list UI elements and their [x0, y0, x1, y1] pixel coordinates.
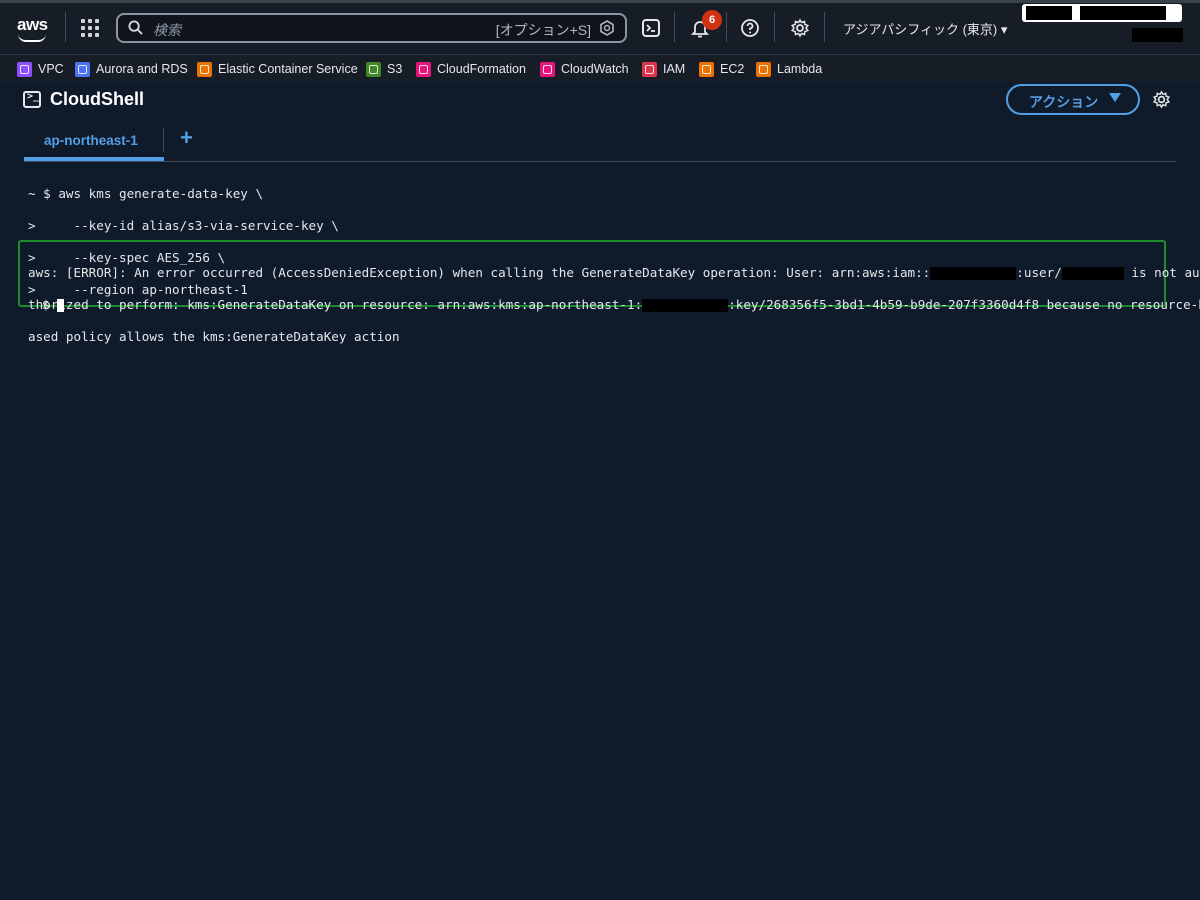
bookmark-aurora-rds[interactable]: Aurora and RDS	[75, 61, 188, 77]
tab-ap-northeast-1[interactable]: ap-northeast-1	[24, 126, 164, 162]
redacted-account-name	[1026, 6, 1072, 20]
aws-logo-text: aws	[17, 15, 48, 34]
bookmark-label: VPC	[38, 62, 64, 76]
settings-gear-icon[interactable]	[1152, 90, 1171, 109]
error-text: :user/	[1016, 265, 1062, 280]
bookmark-cloudformation[interactable]: CloudFormation	[416, 61, 526, 77]
redacted-account-id	[930, 267, 1017, 280]
error-line: thorized to perform: kms:GenerateDataKey…	[28, 297, 1200, 313]
error-message: aws: [ERROR]: An error occurred (AccessD…	[28, 249, 1200, 361]
search-input[interactable]: 検索 [オプション+S]	[116, 13, 627, 43]
grid-icon[interactable]	[81, 19, 99, 37]
search-placeholder: 検索	[153, 22, 181, 38]
nav-divider	[726, 12, 727, 42]
redacted-account-id	[1080, 6, 1166, 20]
error-text: thorized to perform: kms:GenerateDataKey…	[28, 297, 643, 312]
page-title: CloudShell	[50, 89, 144, 109]
aws-logo[interactable]: aws	[15, 15, 51, 43]
actions-button[interactable]: アクション	[1006, 84, 1140, 115]
bookmark-lambda[interactable]: Lambda	[756, 61, 822, 77]
ecs-icon	[197, 61, 212, 77]
terminal-cursor	[57, 299, 64, 312]
cloudformation-icon	[416, 61, 431, 77]
account-menu[interactable]	[1022, 4, 1182, 22]
notification-badge: 6	[702, 10, 722, 30]
tab-divider	[163, 128, 164, 152]
bookmark-label: IAM	[663, 62, 686, 76]
ec2-icon	[699, 61, 714, 77]
tab-bar-border	[24, 161, 1176, 162]
bookmark-label: CloudWatch	[561, 62, 629, 76]
bookmark-vpc[interactable]: VPC	[17, 61, 64, 77]
help-icon[interactable]	[740, 18, 760, 38]
bookmark-label: Aurora and RDS	[96, 62, 188, 76]
command-line: > --key-id alias/s3-via-service-key \	[28, 218, 339, 233]
search-icon	[128, 20, 143, 35]
bookmark-label: Elastic Container Service	[218, 62, 358, 76]
tab-label: ap-northeast-1	[44, 133, 138, 148]
actions-label: アクション	[1029, 94, 1099, 110]
add-tab-button[interactable]: +	[180, 125, 193, 151]
error-text: :key/268356f5-3bd1-4b59-b9de-207f3360d4f…	[728, 297, 1200, 312]
error-line: aws: [ERROR]: An error occurred (AccessD…	[28, 265, 1200, 281]
nav-divider	[824, 12, 825, 42]
rds-icon	[75, 61, 90, 77]
bookmark-s3[interactable]: S3	[366, 61, 402, 77]
cloudwatch-icon	[540, 61, 555, 77]
gear-icon[interactable]	[790, 18, 810, 38]
redacted-account-id	[642, 299, 729, 312]
nav-divider	[774, 12, 775, 42]
bookmark-label: S3	[387, 62, 403, 76]
nav-divider	[674, 12, 675, 42]
bookmark-cloudwatch[interactable]: CloudWatch	[540, 61, 629, 77]
s3-icon	[366, 61, 381, 77]
bookmark-label: EC2	[720, 62, 745, 76]
nav-divider	[65, 12, 66, 42]
search-shortcut: [オプション+S]	[495, 22, 591, 38]
cloudshell-icon[interactable]	[641, 18, 661, 38]
bookmark-label: CloudFormation	[437, 62, 526, 76]
bookmark-ec2[interactable]: EC2	[699, 61, 744, 77]
error-text: is not au	[1123, 265, 1200, 280]
redacted-username	[1061, 267, 1124, 280]
bookmark-ecs[interactable]: Elastic Container Service	[197, 61, 358, 77]
bookmark-iam[interactable]: IAM	[642, 61, 685, 77]
aws-smile	[18, 34, 46, 42]
redacted-user	[1132, 28, 1183, 42]
bookmark-label: Lambda	[777, 62, 823, 76]
vpc-icon	[17, 61, 32, 77]
shell-prompt: $	[42, 297, 50, 312]
command-line: ~ $ aws kms generate-data-key \	[28, 186, 264, 201]
cloudshell-icon	[23, 91, 41, 108]
region-selector[interactable]: アジアパシフィック (東京) ▾	[843, 19, 1007, 38]
error-text: aws: [ERROR]: An error occurred (AccessD…	[28, 265, 931, 280]
lambda-icon	[756, 61, 771, 77]
iam-icon	[642, 61, 657, 77]
hex-icon	[600, 20, 614, 36]
caret-down-icon	[1109, 93, 1121, 102]
error-line: ased policy allows the kms:GenerateDataK…	[28, 329, 400, 344]
